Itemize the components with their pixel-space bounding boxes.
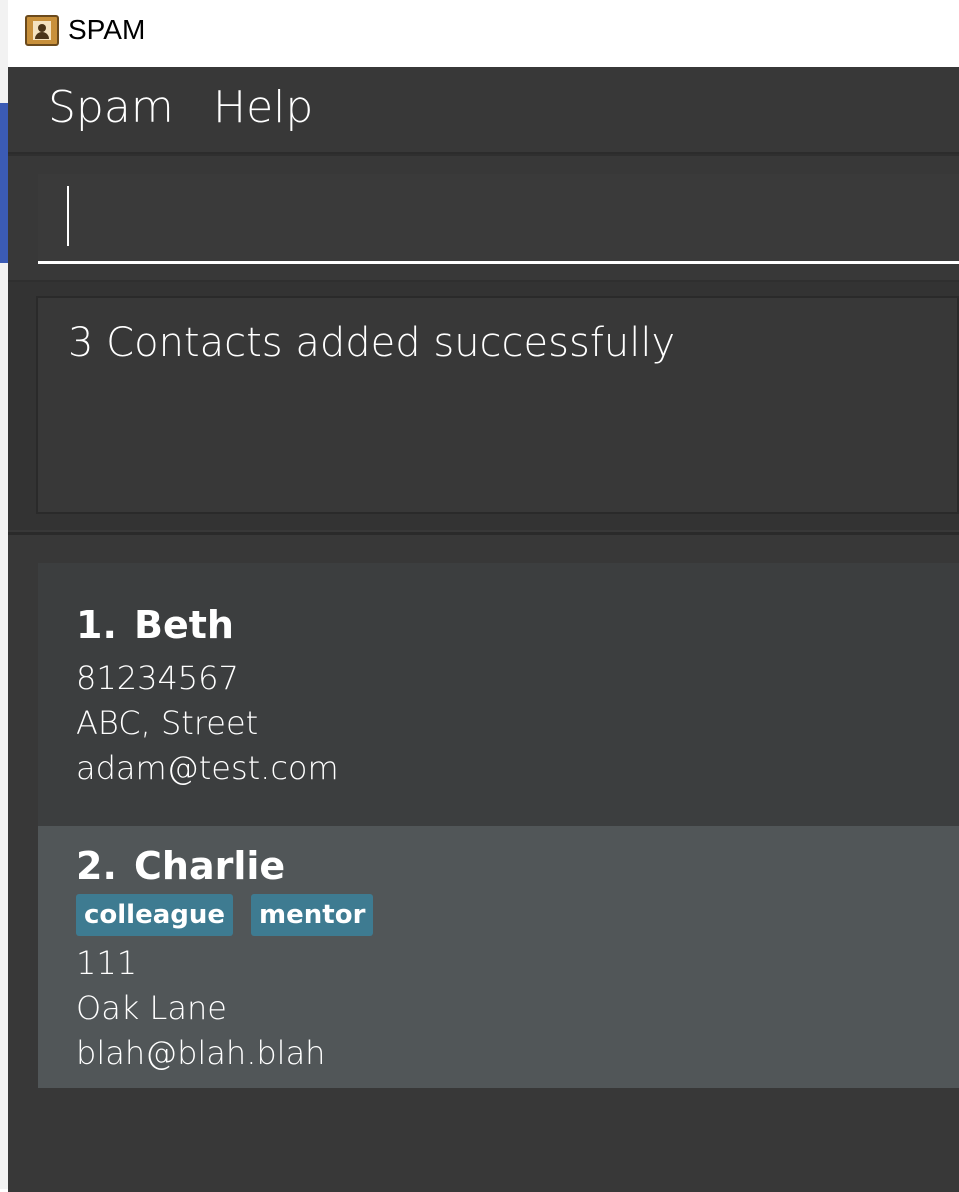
contact-card-selected[interactable]: 2. Charlie colleague mentor 111 Oak Lane …	[38, 826, 959, 1088]
command-input[interactable]	[38, 174, 959, 264]
contact-tags: colleague mentor	[76, 894, 374, 936]
result-pane: 3 Contacts added successfully	[8, 282, 959, 530]
contact-name: Charlie	[134, 844, 286, 888]
menu-spam[interactable]: Spam	[48, 82, 174, 133]
contact-address: Oak Lane	[76, 989, 227, 1027]
contact-name: Beth	[134, 603, 234, 647]
tag-badge: mentor	[251, 894, 374, 936]
text-caret	[67, 186, 69, 246]
contact-index: 2.	[76, 844, 117, 888]
contact-name-line: 1. Beth	[76, 603, 234, 647]
contact-email: blah@blah.blah	[76, 1034, 326, 1072]
contact-address: ABC, Street	[76, 704, 259, 742]
tag-badge: colleague	[76, 894, 234, 936]
contact-name-line: 2. Charlie	[76, 844, 285, 888]
window-titlebar[interactable]: SPAM	[8, 0, 959, 67]
menu-bar: Spam Help	[8, 67, 959, 154]
contact-phone: 111	[76, 944, 138, 982]
contact-book-icon	[25, 15, 59, 46]
command-box	[8, 154, 959, 282]
contact-card[interactable]: 1. Beth 81234567 ABC, Street adam@test.co…	[38, 563, 959, 826]
contact-email: adam@test.com	[76, 749, 339, 787]
background-window-accent	[0, 103, 8, 263]
result-display[interactable]: 3 Contacts added successfully	[36, 296, 959, 514]
contact-list[interactable]: 1. Beth 81234567 ABC, Street adam@test.co…	[8, 532, 959, 1192]
result-message: 3 Contacts added successfully	[68, 320, 676, 366]
contact-index: 1.	[76, 603, 117, 647]
app-window: Spam Help 3 Contacts added successfully …	[8, 67, 959, 1192]
window-title: SPAM	[68, 14, 146, 45]
contact-phone: 81234567	[76, 659, 239, 697]
menu-help[interactable]: Help	[213, 82, 313, 133]
